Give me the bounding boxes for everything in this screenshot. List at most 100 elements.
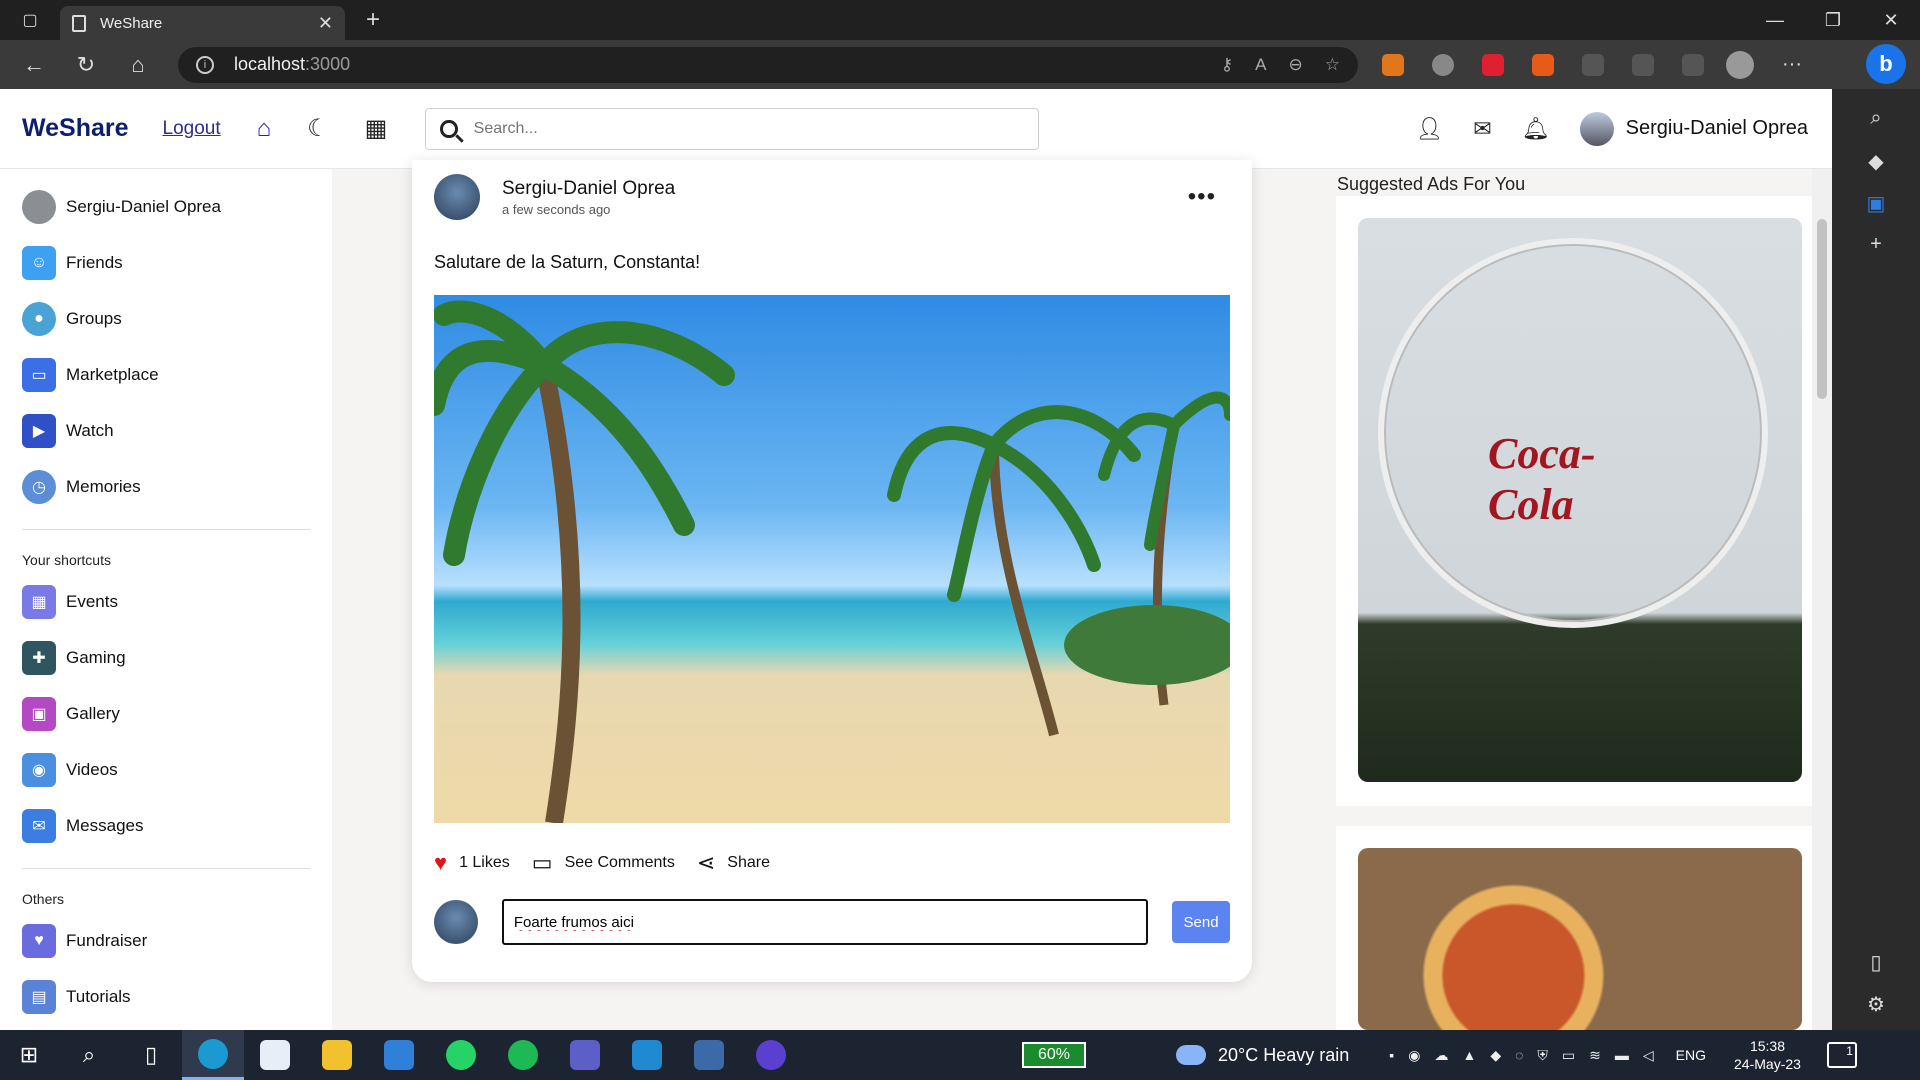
sidebar-item-watch[interactable]: ▶ Watch <box>22 403 332 459</box>
sidebar-item-tutorials[interactable]: ▤ Tutorials <box>22 969 332 1025</box>
sidebar-item-gallery[interactable]: ▣ Gallery <box>22 686 332 742</box>
sidebar-item-memories[interactable]: ◷ Memories <box>22 459 332 515</box>
hide-sidebar-icon[interactable]: ▯ <box>1864 950 1888 974</box>
restore-icon[interactable]: ❐ <box>1804 10 1862 31</box>
zoom-icon[interactable]: ⊖ <box>1289 55 1303 75</box>
sidebar-item-marketplace[interactable]: ▭ Marketplace <box>22 347 332 403</box>
avatar[interactable] <box>1579 111 1614 146</box>
url-bar[interactable]: i localhost :3000 ⚷ A ⊖ ☆ <box>178 46 1358 83</box>
task-view-icon[interactable]: ▯ <box>120 1030 182 1080</box>
notification-center-icon[interactable]: 1 <box>1826 1042 1857 1068</box>
clock[interactable]: 15:38 24-May-23 <box>1734 1037 1801 1073</box>
share-button[interactable]: ⋖ Share <box>697 850 770 876</box>
coupon-icon[interactable] <box>1432 53 1454 76</box>
tab-actions-icon[interactable]: ▢ <box>0 0 60 40</box>
more-options-icon[interactable]: ··· <box>1782 53 1802 76</box>
sidebar-settings-icon[interactable]: ⚙ <box>1864 992 1888 1016</box>
sidebar-item-fundraiser[interactable]: ♥ Fundraiser <box>22 913 332 969</box>
ad-image-pizza[interactable] <box>1358 848 1802 1030</box>
post-author-name[interactable]: Sergiu-Daniel Oprea <box>502 178 675 200</box>
close-window-icon[interactable]: ✕ <box>1862 10 1920 31</box>
spotify-icon[interactable] <box>492 1030 554 1080</box>
new-tab-icon[interactable]: + <box>353 6 393 34</box>
device-icon[interactable]: ▭ <box>1562 1047 1575 1064</box>
weather-widget[interactable]: 20°C Heavy rain <box>1176 1045 1349 1066</box>
apps-grid-icon[interactable]: ▦ <box>365 114 388 143</box>
wifi-icon[interactable]: ≋ <box>1589 1047 1601 1064</box>
browser-tab[interactable]: WeShare ✕ <box>60 6 345 40</box>
file-explorer-icon[interactable] <box>306 1030 368 1080</box>
onedrive-icon[interactable]: ☁ <box>1434 1047 1448 1064</box>
tray-app-icon[interactable]: ▲ <box>1462 1047 1476 1064</box>
sidebar-item-messages[interactable]: ✉ Messages <box>22 798 332 854</box>
extension-red-icon[interactable] <box>1482 53 1504 76</box>
teams-icon[interactable] <box>554 1030 616 1080</box>
profile-icon[interactable] <box>1726 50 1754 79</box>
home-browser-icon[interactable]: ⌂ <box>112 52 164 78</box>
divider <box>22 529 310 530</box>
store-icon[interactable] <box>244 1030 306 1080</box>
outlook-icon[interactable]: ▣ <box>1864 191 1888 215</box>
person-icon[interactable]: 👤︎ <box>1415 116 1443 142</box>
sidebar-search-icon[interactable]: ⌕ <box>1864 107 1888 131</box>
notification-off-icon[interactable]: ◌ <box>1515 1047 1523 1064</box>
teams-tray-icon[interactable]: ◆ <box>1490 1047 1501 1064</box>
ad-image-ferris-wheel[interactable]: Coca-Cola <box>1358 218 1802 782</box>
sidebar-item-profile[interactable]: Sergiu-Daniel Oprea <box>22 179 332 235</box>
password-key-icon[interactable]: ⚷ <box>1221 55 1233 75</box>
sidebar-item-gaming[interactable]: ✚ Gaming <box>22 630 332 686</box>
battery-indicator[interactable]: 60% <box>1022 1042 1086 1068</box>
edge-taskbar-icon[interactable] <box>182 1030 244 1080</box>
search-icon[interactable]: ⌕ <box>58 1030 120 1080</box>
security-icon[interactable]: ⛨ <box>1537 1047 1548 1064</box>
extension-orange-icon[interactable] <box>1532 53 1554 76</box>
bell-icon[interactable]: 🔔︎ <box>1522 116 1550 142</box>
favorite-add-icon[interactable]: ☆ <box>1325 55 1340 75</box>
see-comments-button[interactable]: ▭ See Comments <box>532 850 675 876</box>
sidebar-item-videos[interactable]: ◉ Videos <box>22 742 332 798</box>
add-sidebar-app-icon[interactable]: + <box>1864 233 1888 257</box>
dark-mode-icon[interactable]: ☾ <box>307 114 329 143</box>
collections-icon[interactable] <box>1682 53 1704 76</box>
scrollbar-thumb[interactable] <box>1817 219 1827 399</box>
back-icon[interactable]: ← <box>8 52 60 78</box>
avatar[interactable] <box>434 174 480 220</box>
sidebar-item-groups[interactable]: ● Groups <box>22 291 332 347</box>
extensions-icon[interactable] <box>1582 53 1604 76</box>
volume-icon[interactable]: ◁ <box>1643 1047 1654 1064</box>
home-icon[interactable]: ⌂ <box>257 115 272 143</box>
language-indicator[interactable]: ENG <box>1676 1047 1706 1063</box>
comment-input[interactable] <box>501 899 1149 945</box>
app-logo[interactable]: WeShare <box>22 114 129 143</box>
read-aloud-icon[interactable]: A <box>1255 55 1266 75</box>
close-tab-icon[interactable]: ✕ <box>318 13 333 34</box>
ad-card[interactable]: Coca-Cola <box>1336 196 1824 806</box>
bing-chat-icon[interactable]: b <box>1866 44 1906 84</box>
copilot-icon[interactable]: ◆ <box>1864 149 1888 173</box>
discord-icon[interactable]: ◉ <box>1408 1047 1420 1064</box>
sidebar-item-friends[interactable]: ☺ Friends <box>22 235 332 291</box>
more-options-icon[interactable]: ••• <box>1188 183 1216 211</box>
app-purple-icon[interactable] <box>740 1030 802 1080</box>
battery-icon[interactable]: ▬ <box>1615 1047 1629 1064</box>
site-info-icon[interactable]: i <box>196 55 214 74</box>
favorites-icon[interactable] <box>1632 53 1654 76</box>
refresh-icon[interactable]: ↻ <box>60 52 112 78</box>
logout-link[interactable]: Logout <box>163 118 221 140</box>
sidebar-item-events[interactable]: ▦ Events <box>22 574 332 630</box>
snipping-tool-icon[interactable] <box>678 1030 740 1080</box>
vscode-icon[interactable] <box>616 1030 678 1080</box>
search-input[interactable] <box>473 119 1025 138</box>
like-button[interactable]: ♥ 1 Likes <box>434 850 510 876</box>
mail-icon[interactable]: ✉ <box>1473 116 1491 142</box>
mail-app-icon[interactable] <box>368 1030 430 1080</box>
header-user-name[interactable]: Sergiu-Daniel Oprea <box>1626 117 1808 140</box>
metamask-icon[interactable] <box>1382 53 1404 76</box>
ad-card[interactable] <box>1336 826 1824 1030</box>
nvidia-icon[interactable]: ▪ <box>1389 1047 1394 1064</box>
minimize-icon[interactable]: — <box>1746 10 1804 31</box>
whatsapp-icon[interactable] <box>430 1030 492 1080</box>
send-button[interactable]: Send <box>1172 901 1230 943</box>
windows-start-icon[interactable]: ⊞ <box>0 1030 58 1080</box>
page-scrollbar[interactable] <box>1812 169 1832 1030</box>
